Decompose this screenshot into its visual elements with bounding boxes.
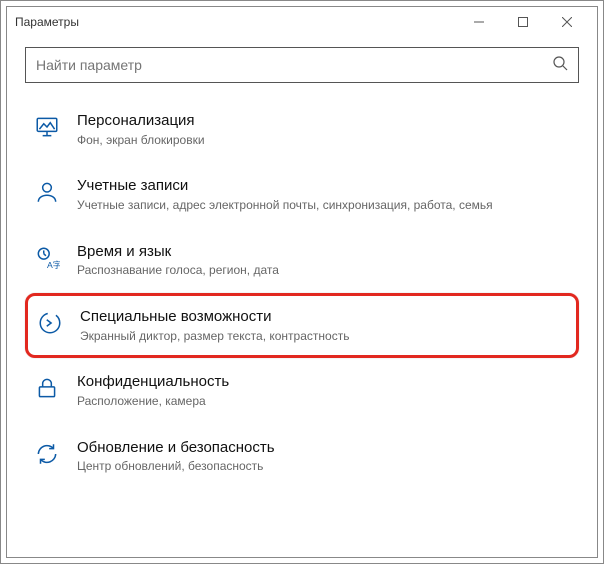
accessibility-icon [36,309,64,337]
close-button[interactable] [545,7,589,37]
settings-item-accounts[interactable]: Учетные записи Учетные записи, адрес эле… [25,162,579,227]
privacy-icon [33,374,61,402]
settings-item-title: Обновление и безопасность [77,439,571,458]
settings-item-title: Персонализация [77,112,571,131]
settings-item-accessibility[interactable]: Специальные возможности Экранный диктор,… [25,293,579,358]
settings-item-subtitle: Распознавание голоса, регион, дата [77,263,571,279]
settings-item-text: Персонализация Фон, экран блокировки [77,111,571,148]
settings-list: Персонализация Фон, экран блокировки Уче… [7,87,597,499]
settings-item-text: Специальные возможности Экранный диктор,… [80,307,568,344]
screenshot-frame: Параметры [0,0,604,564]
settings-item-subtitle: Центр обновлений, безопасность [77,459,571,475]
settings-item-text: Конфиденциальность Расположение, камера [77,372,571,409]
personalization-icon [33,113,61,141]
settings-item-title: Конфиденциальность [77,373,571,392]
settings-item-time-language[interactable]: A字 Время и язык Распознавание голоса, ре… [25,228,579,293]
search-box[interactable] [25,47,579,83]
settings-item-text: Учетные записи Учетные записи, адрес эле… [77,176,571,213]
accounts-icon [33,178,61,206]
maximize-button[interactable] [501,7,545,37]
settings-window: Параметры [6,6,598,558]
minimize-button[interactable] [457,7,501,37]
settings-item-subtitle: Учетные записи, адрес электронной почты,… [77,198,571,214]
settings-item-title: Специальные возможности [80,308,568,327]
titlebar: Параметры [7,7,597,37]
settings-item-personalization[interactable]: Персонализация Фон, экран блокировки [25,97,579,162]
search-container [7,37,597,87]
settings-item-update-security[interactable]: Обновление и безопасность Центр обновлен… [25,424,579,489]
settings-item-title: Учетные записи [77,177,571,196]
window-title: Параметры [15,15,457,29]
svg-text:A字: A字 [47,258,60,269]
settings-item-subtitle: Расположение, камера [77,394,571,410]
search-input[interactable] [36,57,552,73]
settings-item-subtitle: Экранный диктор, размер текста, контраст… [80,329,568,345]
settings-item-text: Время и язык Распознавание голоса, регио… [77,242,571,279]
settings-item-subtitle: Фон, экран блокировки [77,133,571,149]
settings-item-text: Обновление и безопасность Центр обновлен… [77,438,571,475]
update-security-icon [33,440,61,468]
time-language-icon: A字 [33,244,61,272]
settings-item-title: Время и язык [77,243,571,262]
settings-item-privacy[interactable]: Конфиденциальность Расположение, камера [25,358,579,423]
search-icon [552,55,568,76]
